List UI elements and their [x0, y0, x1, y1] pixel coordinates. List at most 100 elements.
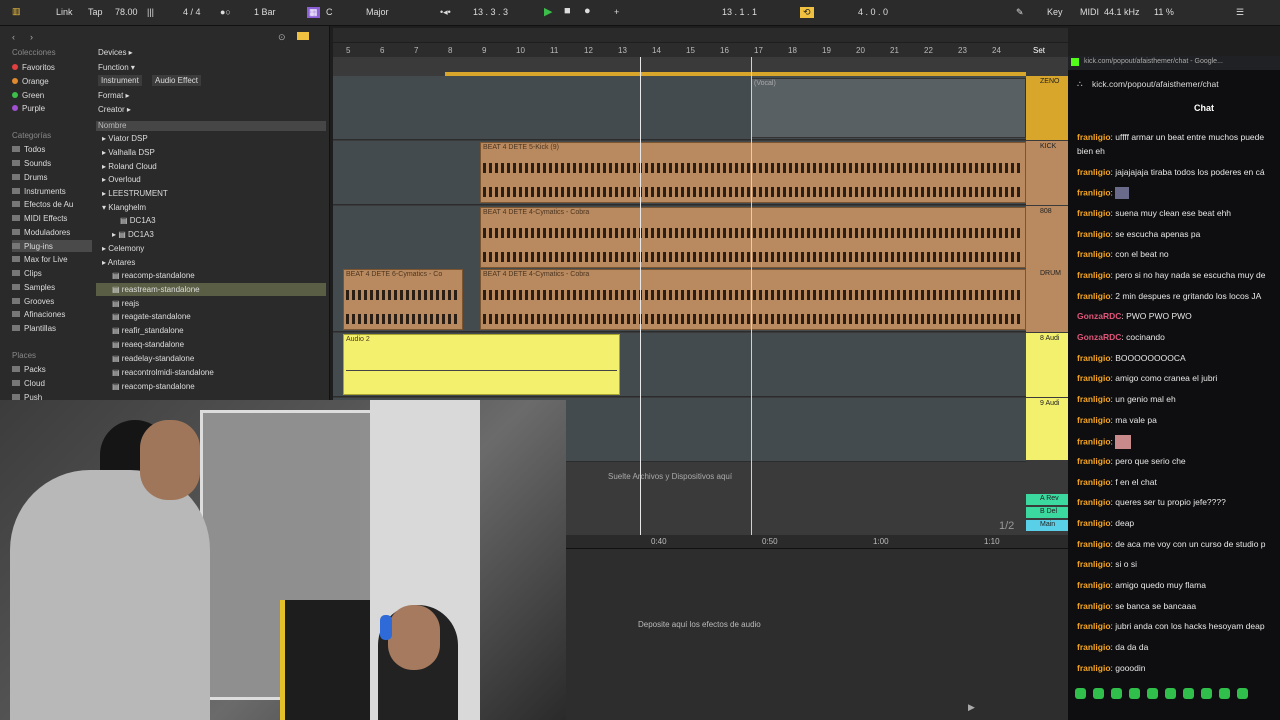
- cymatics-clip[interactable]: BEAT 4 DETE 4-Cymatics - Cobra: [480, 269, 1026, 330]
- category-sounds[interactable]: Sounds: [12, 157, 51, 169]
- place-packs[interactable]: Packs: [12, 363, 46, 375]
- tree-plugin[interactable]: ▤ reacomp-standalone: [96, 380, 326, 393]
- forward-icon[interactable]: ›: [30, 32, 33, 42]
- tree-folder[interactable]: ▸ Valhalla DSP: [96, 146, 326, 159]
- pencil-icon[interactable]: ✎: [1016, 7, 1024, 18]
- tree-folder[interactable]: ▾ Klanghelm: [96, 201, 326, 214]
- scale-icon[interactable]: ▦: [307, 7, 320, 18]
- track-head-808[interactable]: 808: [1026, 206, 1068, 270]
- track-lane-audio8[interactable]: Audio 2: [333, 333, 1026, 397]
- record-icon[interactable]: ●○: [220, 7, 231, 17]
- collection-green[interactable]: Green: [12, 89, 44, 101]
- tree-plugin[interactable]: ▸ ▤ DC1A3: [96, 228, 326, 241]
- category-modulators[interactable]: Moduladores: [12, 226, 70, 238]
- collection-purple[interactable]: Purple: [12, 102, 45, 114]
- track-lane-808[interactable]: BEAT 4 DETE 4-Cymatics - Cobra: [333, 206, 1026, 270]
- tree-plugin[interactable]: ▤ reacomp-standalone: [96, 269, 326, 282]
- metronome-icon[interactable]: |||: [147, 7, 154, 17]
- emote-icon[interactable]: [1093, 688, 1104, 699]
- category-midi-effects[interactable]: MIDI Effects: [12, 212, 67, 224]
- emote-icon[interactable]: [1237, 688, 1248, 699]
- tree-plugin[interactable]: ▤ DC1A3: [96, 214, 326, 227]
- follow-icon[interactable]: •◂•: [440, 7, 451, 18]
- filter-function[interactable]: Function ▾: [98, 63, 135, 72]
- cymatics-clip[interactable]: BEAT 4 DETE 4-Cymatics - Cobra: [480, 207, 1026, 268]
- emote-icon[interactable]: [1129, 688, 1140, 699]
- emote-icon[interactable]: [1201, 688, 1212, 699]
- tree-folder[interactable]: ▸ Antares: [96, 256, 326, 269]
- play-button[interactable]: ▶: [544, 5, 552, 18]
- view-toggle-icon[interactable]: ▥: [12, 6, 21, 17]
- loop-start-field[interactable]: 13 . 1 . 1: [722, 7, 757, 17]
- position-field[interactable]: 13 . 3 . 3: [473, 7, 508, 17]
- category-max-for-live[interactable]: Max for Live: [12, 253, 68, 265]
- scale-select[interactable]: Major: [366, 7, 389, 17]
- track-head-kick[interactable]: KICK: [1026, 141, 1068, 205]
- tree-folder[interactable]: ▸ Celemony: [96, 242, 326, 255]
- folder-icon[interactable]: [297, 32, 309, 40]
- drum-clip[interactable]: BEAT 4 DETE 6-Cymatics - Co: [343, 269, 463, 330]
- collection-orange[interactable]: Orange: [12, 75, 49, 87]
- category-plugins[interactable]: Plug-ins: [12, 240, 92, 252]
- tree-plugin[interactable]: ▤ reagate-standalone: [96, 310, 326, 323]
- menu-icon[interactable]: ☰: [1236, 7, 1244, 18]
- return-track-a[interactable]: A Rev: [1026, 494, 1068, 505]
- midi-map-button[interactable]: MIDI: [1080, 7, 1099, 17]
- add-icon[interactable]: +: [614, 7, 619, 17]
- play-icon[interactable]: ▶: [968, 702, 975, 713]
- tree-plugin-selected[interactable]: ▤ reastream-standalone: [96, 283, 326, 296]
- address-bar[interactable]: kick.com/popout/afaisthemer/chat: [1092, 79, 1219, 89]
- category-clips[interactable]: Clips: [12, 267, 42, 279]
- track-head-audio8[interactable]: 8 Audi: [1026, 333, 1068, 397]
- track-head-drum[interactable]: DRUM: [1026, 268, 1068, 332]
- collection-favoritos[interactable]: Favoritos: [12, 61, 55, 73]
- filter-creator[interactable]: Creator ▸: [98, 105, 131, 114]
- tree-folder[interactable]: ▸ Viator DSP: [96, 132, 326, 145]
- record-button[interactable]: ●: [584, 5, 591, 17]
- emote-icon[interactable]: [1165, 688, 1176, 699]
- key-map-button[interactable]: Key: [1047, 7, 1063, 17]
- tag-instrument[interactable]: Instrument: [98, 75, 142, 86]
- category-grooves[interactable]: Grooves: [12, 295, 54, 307]
- stop-button[interactable]: ■: [564, 5, 571, 17]
- tree-plugin[interactable]: ▤ reajs: [96, 297, 326, 310]
- category-todos[interactable]: Todos: [12, 143, 45, 155]
- link-button[interactable]: Link: [56, 7, 73, 17]
- category-tunings[interactable]: Afinaciones: [12, 308, 65, 320]
- loop-toggle-icon[interactable]: ⟲: [800, 7, 814, 18]
- category-audio-effects[interactable]: Efectos de Au: [12, 198, 73, 210]
- audio-2-clip[interactable]: Audio 2: [343, 334, 620, 395]
- category-templates[interactable]: Plantillas: [12, 322, 56, 334]
- track-lane-drum[interactable]: BEAT 4 DETE 6-Cymatics - Co BEAT 4 DETE …: [333, 268, 1026, 332]
- filter-devices[interactable]: Devices ▸: [98, 48, 133, 57]
- tree-plugin[interactable]: ▤ reafir_standalone: [96, 324, 326, 337]
- tag-audio-effect[interactable]: Audio Effect: [152, 75, 201, 86]
- category-instruments[interactable]: Instruments: [12, 185, 66, 197]
- scroll-overview[interactable]: [333, 28, 1068, 42]
- emote-icon[interactable]: [1147, 688, 1158, 699]
- bar-ruler[interactable]: 5 6 7 8 9 10 11 12 13 14 15 16 17 18 19 …: [333, 43, 1068, 57]
- device-panel[interactable]: [566, 548, 1068, 720]
- tap-button[interactable]: Tap: [88, 7, 103, 17]
- tree-folder[interactable]: ▸ Overloud: [96, 173, 326, 186]
- loop-length-field[interactable]: 4 . 0 . 0: [858, 7, 888, 17]
- key-select[interactable]: C: [326, 7, 333, 17]
- track-head-audio9[interactable]: 9 Audi: [1026, 398, 1068, 460]
- track-head-zeno[interactable]: ZENO: [1026, 76, 1068, 140]
- main-track[interactable]: Main: [1026, 520, 1068, 531]
- search-icon[interactable]: ⊙: [278, 32, 286, 43]
- tree-plugin[interactable]: ▤ reaeq-standalone: [96, 338, 326, 351]
- filter-format[interactable]: Format ▸: [98, 91, 130, 100]
- set-button[interactable]: Set: [1033, 46, 1045, 55]
- category-samples[interactable]: Samples: [12, 281, 55, 293]
- tab-title[interactable]: kick.com/popout/afaisthemer/chat - Googl…: [1084, 58, 1223, 65]
- tree-plugin[interactable]: ▤ reacontrolmidi-standalone: [96, 366, 326, 379]
- time-signature[interactable]: 4 / 4: [183, 7, 201, 17]
- vocal-clip[interactable]: (Vocal): [751, 78, 1026, 138]
- tempo-field[interactable]: 78.00: [115, 7, 138, 17]
- emote-icon[interactable]: [1219, 688, 1230, 699]
- emote-icon[interactable]: [1111, 688, 1122, 699]
- quantize-select[interactable]: 1 Bar: [254, 7, 276, 17]
- track-lane-zeno[interactable]: (Vocal): [333, 76, 1026, 140]
- place-cloud[interactable]: Cloud: [12, 377, 45, 389]
